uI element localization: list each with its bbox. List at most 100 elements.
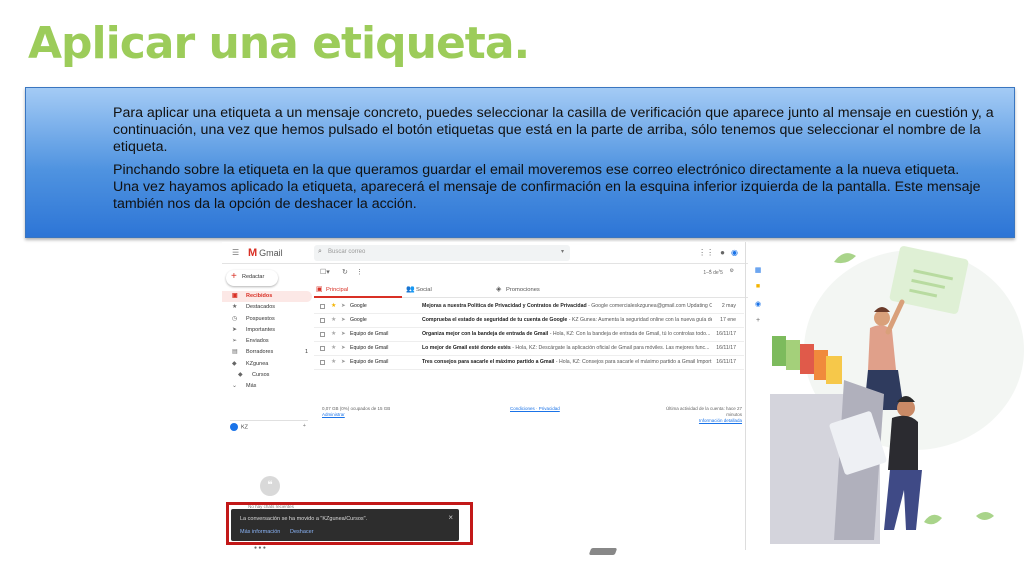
row-checkbox[interactable] <box>320 318 325 323</box>
sidebar-item-label: Cursos <box>252 372 270 379</box>
select-all-checkbox[interactable]: ☐▾ <box>320 268 330 276</box>
settings-icon[interactable]: ⚙ <box>730 268 734 274</box>
account-avatar[interactable]: ◉ <box>731 248 738 257</box>
important-marker-icon[interactable]: ➤ <box>341 314 346 327</box>
gmail-logo[interactable]: M Gmail <box>248 247 283 259</box>
email-sender: Equipo de Gmail <box>350 359 389 365</box>
inbox-icon: ▣ <box>316 286 323 293</box>
category-tabs: ▣ Principal 👥 Social ◈ Promociones <box>314 282 748 298</box>
row-checkbox[interactable] <box>320 304 325 309</box>
apps-icon[interactable]: ⋮⋮ <box>698 248 714 257</box>
important-marker-icon[interactable]: ➤ <box>341 300 346 313</box>
sidebar-item-label: Importantes <box>246 326 276 333</box>
tasks-icon[interactable]: ◉ <box>752 300 764 317</box>
compose-button[interactable]: + Redactar <box>226 270 278 286</box>
tab-principal[interactable]: ▣ Principal <box>314 282 402 298</box>
star-icon[interactable]: ★ <box>331 300 336 313</box>
important-marker-icon[interactable]: ➤ <box>341 328 346 341</box>
mail-toolbar: ☐▾ ↻ ⋮ 1–5 de 5 ‹ › ⚙ <box>314 266 744 280</box>
email-date: 2 may <box>721 303 736 309</box>
hangouts-user[interactable]: KZ + <box>230 420 308 432</box>
draft-icon: ▤ <box>232 349 238 356</box>
sidebar-item[interactable]: ▤ Borradores 1 <box>222 347 312 358</box>
refresh-icon[interactable]: ↻ <box>342 268 348 276</box>
email-row[interactable]: ★ ➤ Equipo de Gmail Lo mejor de Gmail esté … <box>314 342 744 356</box>
paragraph-confirmation: Una vez hayamos aplicado la etiqueta, ap… <box>113 179 981 212</box>
important-marker-icon[interactable]: ➤ <box>341 356 346 369</box>
sidebar-item[interactable]: ⌄ Más <box>222 381 312 392</box>
star-icon[interactable]: ★ <box>331 314 336 327</box>
sidebar-item-label: KZgunea <box>246 360 269 367</box>
confirmation-snackbar: La conversación se ha movido a "KZgunea/… <box>231 509 459 541</box>
sidebar-item[interactable]: ◷ Pospuestos <box>222 314 312 325</box>
sidebar-item[interactable]: ◆ Cursos <box>222 370 312 381</box>
email-row[interactable]: ★ ➤ Google Mejoras a nuestra Política de Pr… <box>314 300 744 314</box>
people-icon: 👥 <box>406 286 415 293</box>
search-input[interactable]: ⌕ Buscar correo ▾ <box>314 245 570 261</box>
star-icon: ★ <box>232 304 238 311</box>
email-row[interactable]: ★ ➤ Equipo de Gmail Organiza mejor con la b… <box>314 328 744 342</box>
sidebar-item-label: Destacados <box>246 304 276 311</box>
row-checkbox[interactable] <box>320 346 325 351</box>
sidebar-item[interactable]: ★ Destacados <box>222 302 312 313</box>
people-illustration <box>770 246 1024 544</box>
unread-count: 1 <box>304 349 308 356</box>
divider <box>745 242 746 550</box>
close-icon[interactable]: × <box>448 513 453 522</box>
slide-title: Aplicar una etiqueta. <box>28 18 530 69</box>
email-date: 16/11/17 <box>716 331 736 337</box>
email-subject: Organiza mejor con la bandeja de entrada… <box>422 331 711 337</box>
more-info-link[interactable]: Más información <box>240 529 280 535</box>
email-subject: Tres consejos para sacarle el máximo par… <box>422 359 712 365</box>
add-contact-icon[interactable]: + <box>303 423 306 429</box>
tab-promociones[interactable]: ◈ Promociones <box>494 282 582 298</box>
star-icon[interactable]: ★ <box>331 342 336 355</box>
row-checkbox[interactable] <box>320 332 325 337</box>
snackbar-message: La conversación se ha movido a "KZgunea/… <box>240 516 368 522</box>
sidebar-item-label: Más <box>246 383 257 390</box>
side-panel: ▦ ■ ◉ + <box>752 266 764 334</box>
undo-button[interactable]: Deshacer <box>290 529 314 535</box>
sidebar-item[interactable]: ◆ KZgunea <box>222 359 312 370</box>
pagination-dots: ● ● ● <box>254 545 266 551</box>
search-icon: ⌕ <box>318 248 322 255</box>
paragraph-move-email: Pinchando sobre la etiqueta en la que qu… <box>113 162 960 178</box>
sidebar-item-label: Pospuestos <box>246 315 275 322</box>
important-marker-icon[interactable]: ➤ <box>341 342 346 355</box>
star-icon[interactable]: ★ <box>331 328 336 341</box>
sidebar-item[interactable]: ▣ Recibidos <box>222 291 312 303</box>
row-checkbox[interactable] <box>320 360 325 365</box>
plus-icon: + <box>231 271 237 282</box>
manage-storage-link[interactable]: Administrar <box>322 412 392 418</box>
notifications-icon[interactable]: ● <box>720 248 725 257</box>
send-icon: ➢ <box>232 338 238 345</box>
gmail-m-icon: M <box>248 247 258 259</box>
email-row[interactable]: ★ ➤ Equipo de Gmail Tres consejos para saca… <box>314 356 744 370</box>
hangouts-icon: ❝ <box>260 476 280 496</box>
keep-icon[interactable]: ■ <box>752 283 764 300</box>
paragraph-apply-label: Para aplicar una etiqueta a un mensaje c… <box>113 105 994 155</box>
instructions-text: Para aplicar una etiqueta a un mensaje c… <box>113 105 1003 213</box>
email-date: 16/11/17 <box>716 359 736 365</box>
more-options-icon[interactable]: ⋮ <box>356 268 363 276</box>
sidebar-item[interactable]: ➤ Importantes <box>222 325 312 336</box>
sidebar-item[interactable]: ➢ Enviados <box>222 336 312 347</box>
email-date: 16/11/17 <box>716 345 736 351</box>
inbox-icon: ▣ <box>232 293 238 299</box>
details-link[interactable]: Información detallada <box>652 418 742 424</box>
clock-icon: ◷ <box>232 315 238 322</box>
email-row[interactable]: ★ ➤ Google Comprueba el estado de seguridad… <box>314 314 744 328</box>
calendar-icon[interactable]: ▦ <box>752 266 764 283</box>
star-icon[interactable]: ★ <box>331 356 336 369</box>
important-icon: ➤ <box>232 326 238 333</box>
email-sender: Equipo de Gmail <box>350 331 389 337</box>
tab-social[interactable]: 👥 Social <box>404 282 492 298</box>
email-subject: Comprueba el estado de seguridad de tu c… <box>422 317 712 323</box>
menu-icon[interactable]: ☰ <box>232 248 239 257</box>
search-options-icon[interactable]: ▾ <box>561 248 564 255</box>
gmail-header: ☰ M Gmail ⌕ Buscar correo ▾ ⋮⋮ ● ◉ <box>222 242 748 264</box>
add-on-icon[interactable]: + <box>752 317 764 334</box>
decorative-mark <box>588 548 618 555</box>
slide: { "slide": { "title": "Aplicar una etiqu… <box>0 0 1024 576</box>
terms-privacy-link[interactable]: Condiciones · Privacidad <box>510 406 560 411</box>
